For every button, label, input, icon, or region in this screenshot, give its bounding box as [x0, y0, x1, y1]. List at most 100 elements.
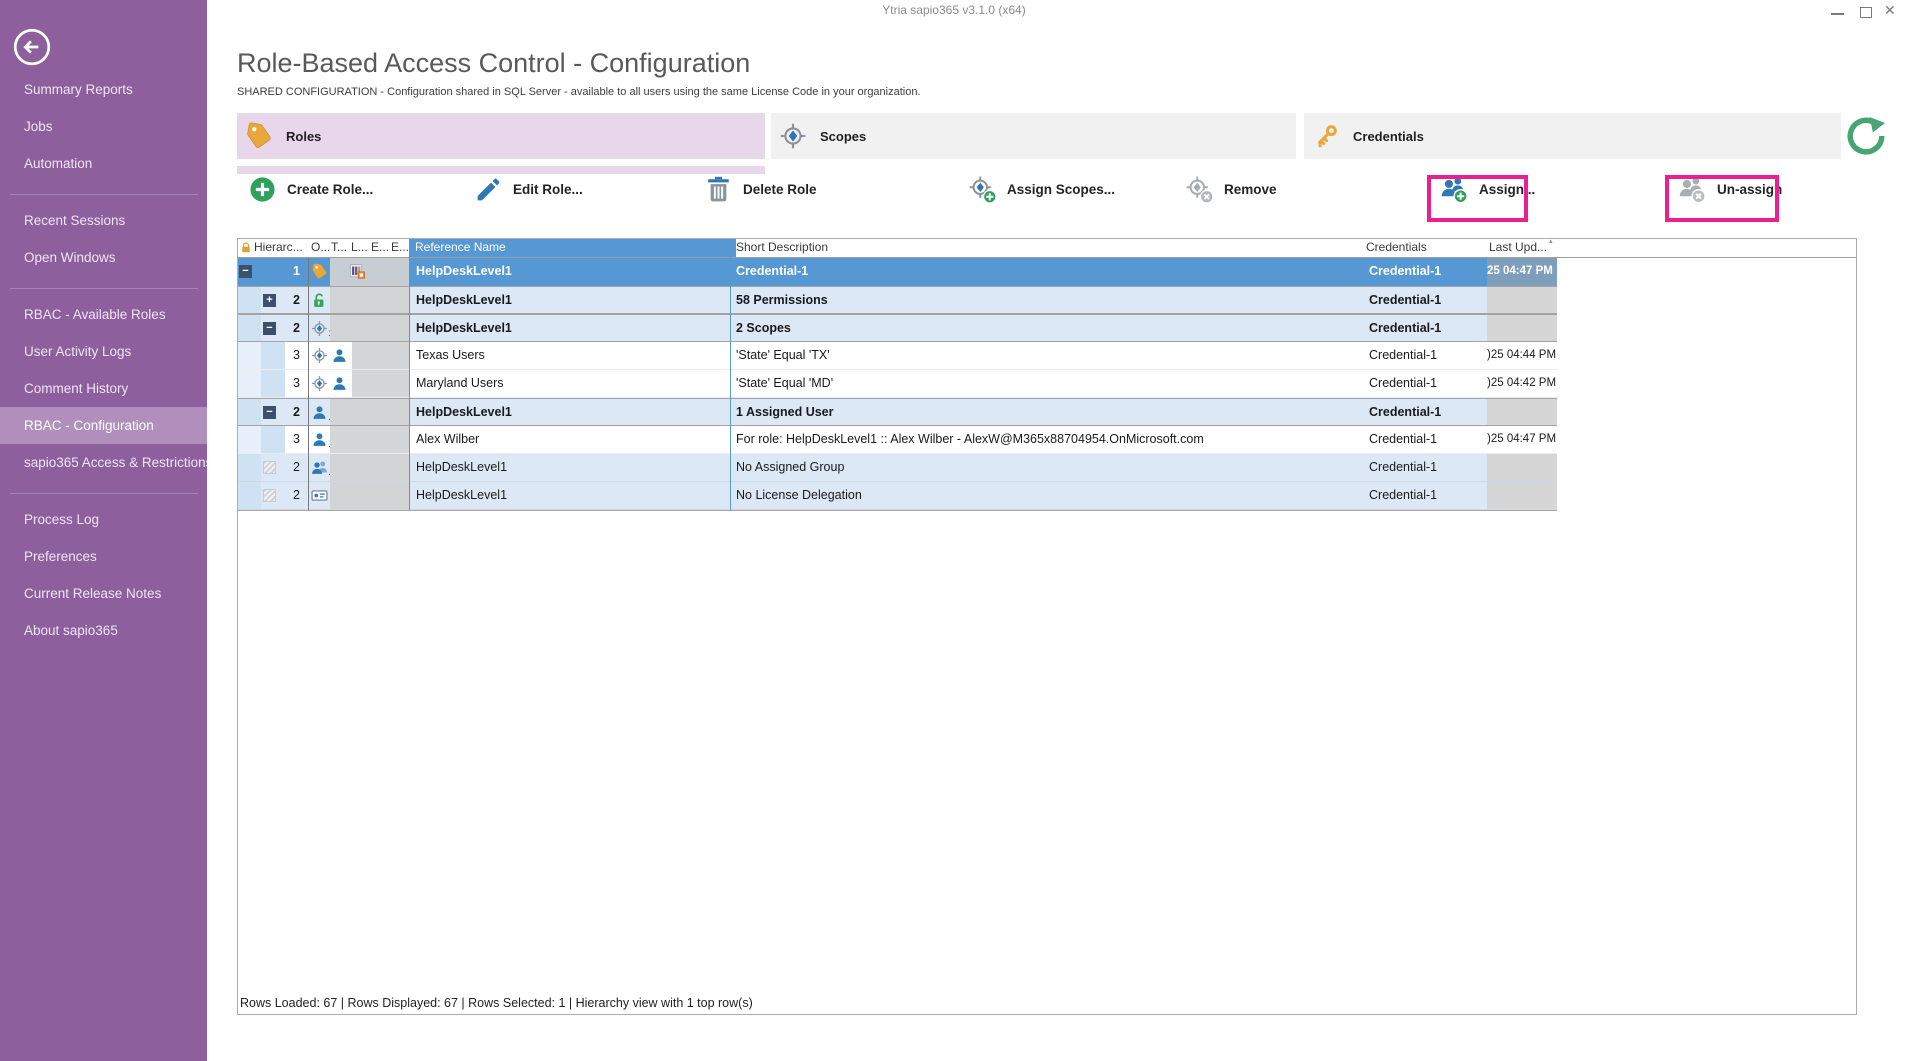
group-icon [311, 459, 328, 476]
sidebar-item-preferences[interactable]: Preferences [0, 538, 207, 575]
close-button[interactable]: ✕ [1884, 2, 1896, 19]
sidebar-item-rbac-available-roles[interactable]: RBAC - Available Roles [0, 296, 207, 333]
delete-role-button[interactable]: Delete Role [704, 167, 817, 211]
hierarchy-level: 3 [293, 426, 300, 453]
table-row[interactable]: 2HelpDeskLevel1No License DelegationCred… [237, 482, 1557, 510]
tab-label: Scopes [820, 129, 866, 144]
button-label: Assign Scopes... [1007, 182, 1115, 197]
window-title: Ytria sapio365 v3.1.0 (x64) [0, 3, 1908, 17]
column-header-e1[interactable]: E... [371, 238, 389, 257]
maximize-button[interactable] [1860, 7, 1872, 18]
app-window: Ytria sapio365 v3.1.0 (x64) ✕ Summary Re… [0, 0, 1908, 1061]
type-icons-cell [308, 287, 410, 313]
sidebar-item-sapio365-access-restrictions[interactable]: sapio365 Access & Restrictions [0, 444, 207, 481]
table-row[interactable]: 2.HelpDeskLevel1No Assigned GroupCredent… [237, 454, 1557, 482]
column-header-hierarchy[interactable]: Hierarc... [254, 238, 308, 257]
column-header-t[interactable]: T... [331, 238, 347, 257]
sidebar-item-summary-reports[interactable]: Summary Reports [0, 71, 207, 108]
sidebar-item-about-sapio365[interactable]: About sapio365 [0, 612, 207, 649]
hierarchy-cell: 3 [237, 370, 308, 397]
assign-users-button[interactable]: Assign... [1440, 167, 1535, 211]
tag-icon [311, 263, 328, 280]
credentials-cell: Credential-1 [1363, 287, 1487, 313]
indent-guide [237, 370, 261, 397]
tab-label: Roles [286, 129, 321, 144]
short-description-cell: 'State' Equal 'MD' [730, 370, 1363, 397]
sidebar-item-process-log[interactable]: Process Log [0, 501, 207, 538]
hierarchy-level: 2 [293, 454, 300, 481]
tab-credentials[interactable]: Credentials [1304, 113, 1841, 159]
reference-name-cell: HelpDeskLevel1 [410, 482, 730, 509]
column-header-last-updated[interactable]: Last Upd... [1489, 238, 1547, 257]
minimize-button[interactable] [1831, 13, 1844, 15]
page-subtitle: SHARED CONFIGURATION - Configuration sha… [237, 86, 921, 98]
icon-overflow-mark: : [328, 321, 331, 341]
column-header-credentials[interactable]: Credentials [1366, 238, 1427, 257]
inapplicable-cells [352, 342, 410, 369]
column-header-o[interactable]: O... [311, 238, 330, 257]
collapse-toggle[interactable]: − [239, 265, 252, 278]
button-label: Un-assign [1717, 182, 1782, 197]
collapse-toggle[interactable]: − [263, 322, 276, 335]
hierarchy-cell: 2 [237, 454, 308, 481]
table-row[interactable]: −1HelpDeskLevel1Credential-1Credential-1… [237, 258, 1557, 286]
indent-guide [237, 315, 261, 341]
column-header-e2[interactable]: E... [391, 238, 409, 257]
table-row[interactable]: −2.HelpDeskLevel11 Assigned UserCredenti… [237, 398, 1557, 426]
hierarchy-level: 2 [293, 287, 300, 313]
assign-scopes-button[interactable]: Assign Scopes... [968, 167, 1115, 211]
hierarchy-level: 2 [293, 399, 300, 425]
type-icons-cell: . [308, 399, 410, 425]
sidebar-item-rbac-configuration[interactable]: RBAC - Configuration [0, 407, 207, 444]
reference-name-cell: HelpDeskLevel1 [410, 315, 730, 341]
column-header-short-description[interactable]: Short Description [736, 238, 828, 257]
sidebar-item-automation[interactable]: Automation [0, 145, 207, 182]
data-end-line [237, 510, 1557, 511]
indent-guide [261, 426, 285, 453]
expand-toggle[interactable]: + [263, 294, 276, 307]
back-button[interactable] [13, 28, 51, 66]
create-role-button[interactable]: Create Role... [248, 167, 373, 211]
sidebar-item-open-windows[interactable]: Open Windows [0, 239, 207, 276]
tab-scopes[interactable]: Scopes [771, 113, 1296, 159]
sidebar-item-jobs[interactable]: Jobs [0, 108, 207, 145]
inapplicable-cells [330, 258, 410, 286]
last-updated-cell [1487, 315, 1557, 341]
type-icons-cell: : [308, 315, 410, 341]
sidebar-divider [10, 288, 198, 289]
page-title: Role-Based Access Control - Configuratio… [237, 48, 750, 79]
indent-guide [237, 287, 261, 313]
user-icon [311, 431, 328, 448]
edit-role-button[interactable]: Edit Role... [474, 167, 583, 211]
reference-name-cell: HelpDeskLevel1 [410, 258, 730, 286]
sidebar-item-user-activity-logs[interactable]: User Activity Logs [0, 333, 207, 370]
sidebar-item-current-release-notes[interactable]: Current Release Notes [0, 575, 207, 612]
sidebar-divider [10, 493, 198, 494]
column-header-reference-name[interactable]: Reference Name [409, 238, 736, 257]
credentials-cell: Credential-1 [1363, 454, 1487, 481]
unassign-users-button[interactable]: Un-assign [1678, 167, 1782, 211]
sidebar-item-comment-history[interactable]: Comment History [0, 370, 207, 407]
collapse-toggle[interactable]: − [263, 406, 276, 419]
tag-icon [245, 122, 273, 150]
assign-scope-icon [968, 175, 997, 204]
hierarchy-cell: −2 [237, 399, 308, 425]
tab-roles[interactable]: Roles [237, 113, 765, 159]
refresh-icon[interactable] [1845, 115, 1887, 157]
table-row[interactable]: 3.Alex WilberFor role: HelpDeskLevel1 ::… [237, 426, 1557, 454]
table-row[interactable]: +2HelpDeskLevel158 PermissionsCredential… [237, 286, 1557, 314]
hierarchy-level: 1 [293, 258, 300, 285]
sidebar-item-recent-sessions[interactable]: Recent Sessions [0, 202, 207, 239]
reference-name-cell: Texas Users [410, 342, 730, 369]
user-icon [331, 375, 348, 392]
table-row[interactable]: −2:HelpDeskLevel12 ScopesCredential-1 [237, 314, 1557, 342]
column-header-l[interactable]: L... [351, 238, 368, 257]
sidebar: Summary ReportsJobsAutomation Recent Sess… [0, 0, 207, 1061]
last-updated-cell [1487, 482, 1557, 509]
button-label: Remove [1224, 182, 1277, 197]
remove-scope-button[interactable]: Remove [1185, 167, 1277, 211]
table-row[interactable]: 3Maryland Users'State' Equal 'MD'Credent… [237, 370, 1557, 398]
type-icons-cell: . [308, 426, 410, 453]
tab-label: Credentials [1353, 129, 1424, 144]
table-row[interactable]: 3Texas Users'State' Equal 'TX'Credential… [237, 342, 1557, 370]
